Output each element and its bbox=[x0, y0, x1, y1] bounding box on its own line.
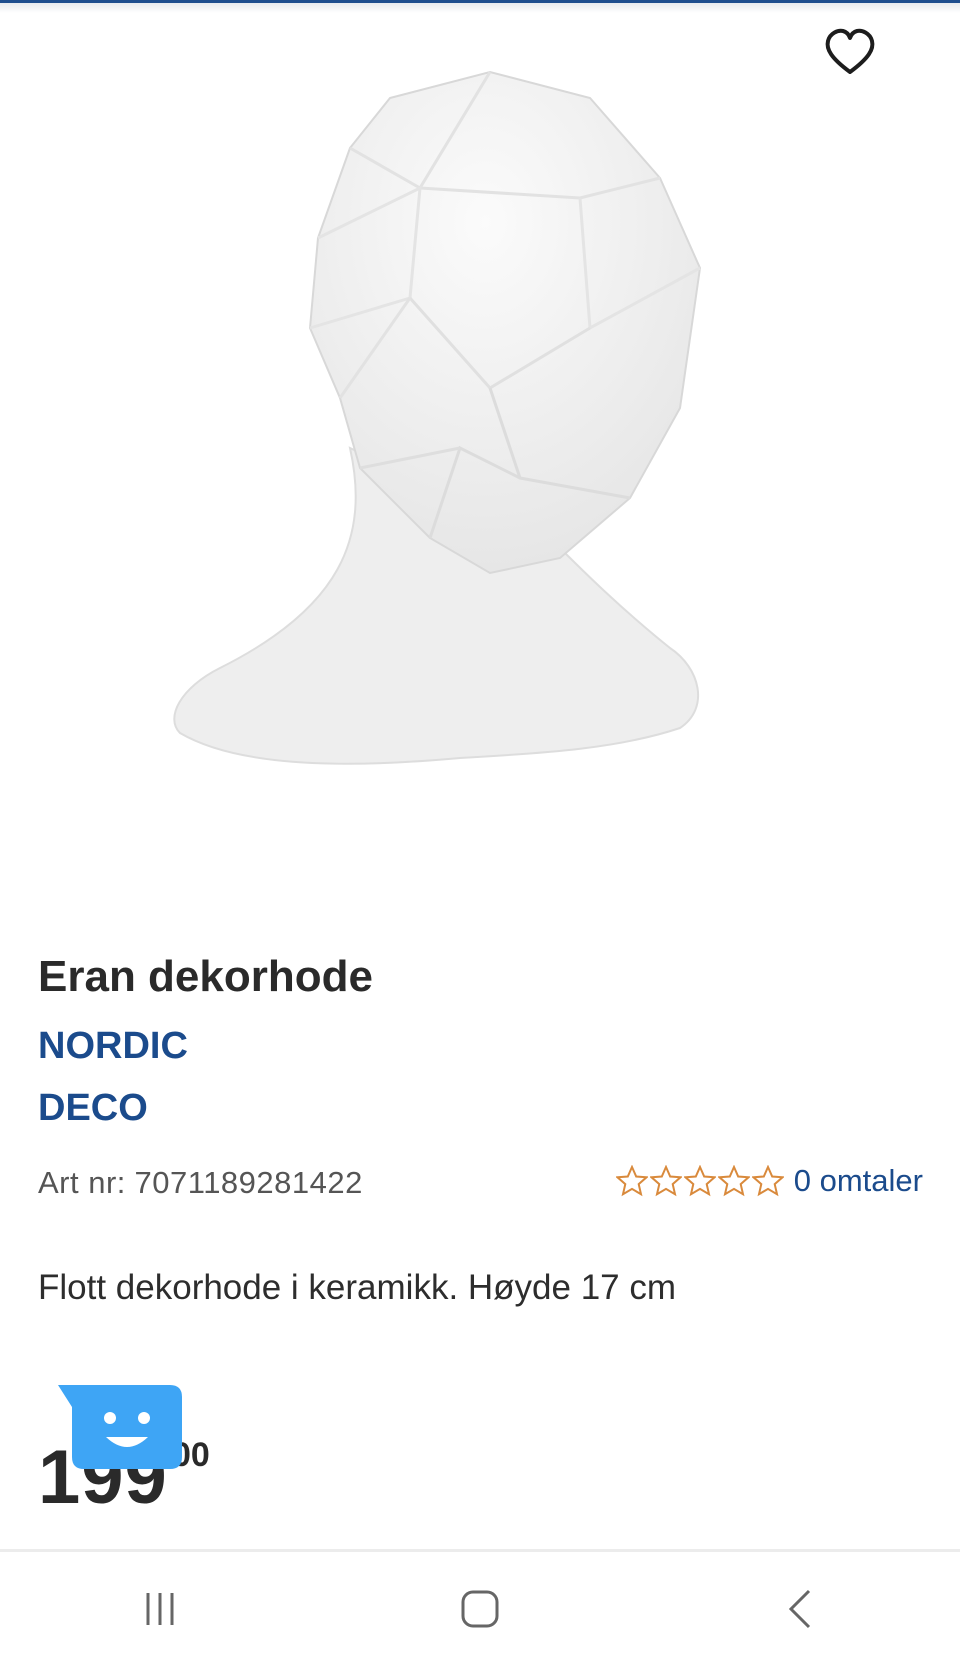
brand-link-line2[interactable]: DECO bbox=[38, 1087, 148, 1130]
product-description: Flott dekorhode i keramikk. Høyde 17 cm bbox=[38, 1268, 677, 1307]
recents-icon bbox=[146, 1593, 174, 1625]
rating-link[interactable]: 0 omtaler bbox=[615, 1163, 923, 1199]
article-number-value: 7071189281422 bbox=[134, 1165, 363, 1200]
brand-link-line1[interactable]: NORDIC bbox=[38, 1025, 188, 1068]
chat-bot-button[interactable] bbox=[58, 1385, 182, 1475]
back-icon bbox=[788, 1589, 811, 1629]
reviews-count: 0 omtaler bbox=[793, 1163, 923, 1198]
star-icon bbox=[751, 1165, 784, 1197]
star-icon bbox=[615, 1165, 648, 1197]
star-rating bbox=[615, 1165, 784, 1197]
heart-outline-icon bbox=[825, 28, 875, 74]
top-bar-shadow bbox=[0, 3, 960, 13]
back-button[interactable] bbox=[740, 1569, 860, 1649]
system-nav-bar bbox=[0, 1549, 960, 1666]
chat-bot-icon bbox=[58, 1385, 182, 1469]
product-image bbox=[173, 70, 702, 765]
recents-button[interactable] bbox=[100, 1569, 220, 1649]
favorite-button[interactable] bbox=[818, 20, 882, 84]
star-icon bbox=[683, 1165, 716, 1197]
article-number-label: Art nr: bbox=[38, 1165, 126, 1200]
product-title: Eran dekorhode bbox=[38, 952, 373, 1001]
article-number: Art nr: 7071189281422 bbox=[38, 1165, 363, 1201]
star-icon bbox=[717, 1165, 750, 1197]
home-button[interactable] bbox=[420, 1569, 540, 1649]
star-icon bbox=[649, 1165, 682, 1197]
home-icon bbox=[461, 1590, 499, 1628]
